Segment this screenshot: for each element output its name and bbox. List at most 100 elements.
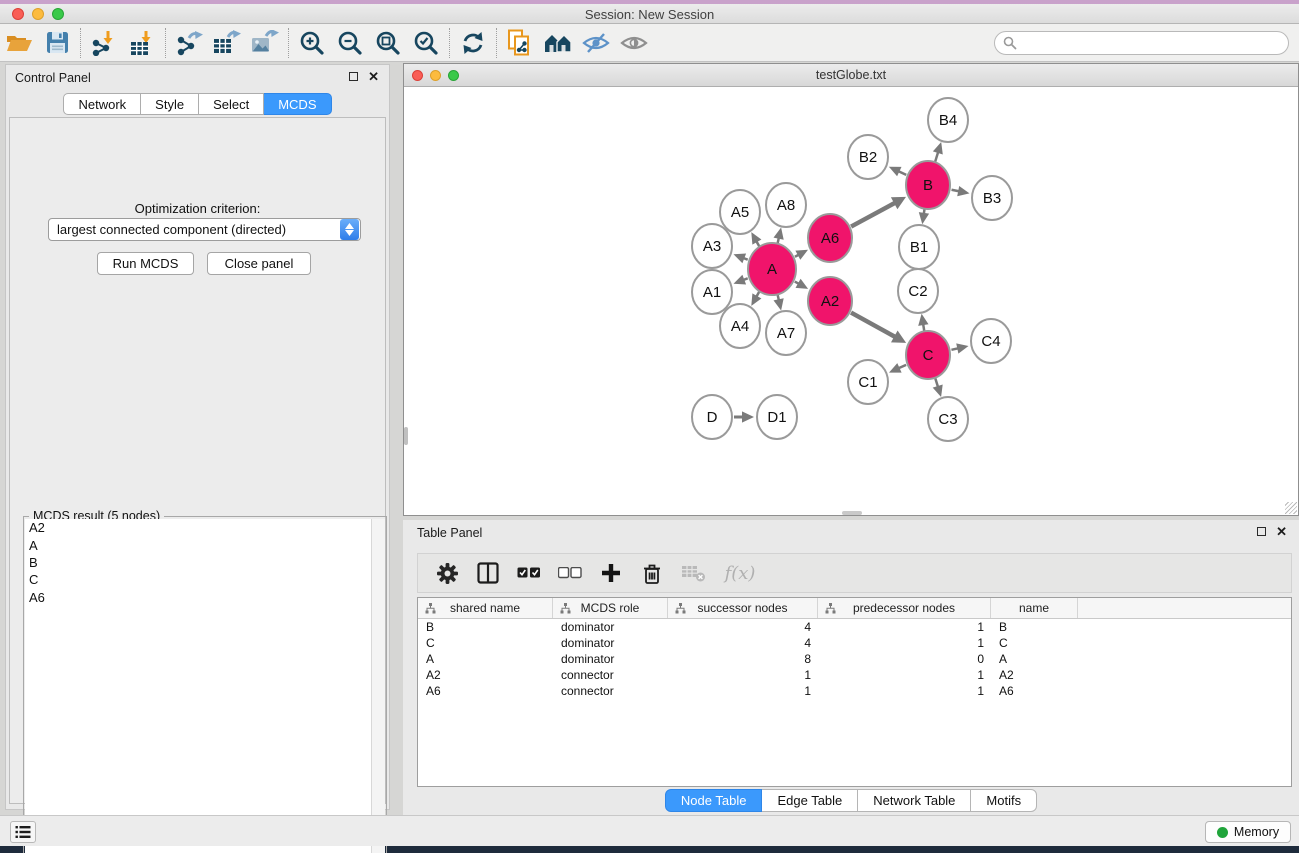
node-label: A5 — [731, 204, 749, 221]
graph-node[interactable]: A7 — [766, 311, 806, 355]
graph-node[interactable]: C4 — [971, 319, 1011, 363]
graph-node[interactable]: A6 — [808, 214, 852, 262]
tab-style[interactable]: Style — [141, 93, 199, 115]
unchecked-boxes-icon — [558, 567, 582, 579]
edge-arrowhead-icon — [734, 254, 747, 264]
float-panel-icon[interactable] — [1257, 527, 1266, 536]
horizontal-scrollbar-thumb[interactable] — [842, 511, 862, 515]
tab-node-table[interactable]: Node Table — [665, 789, 763, 812]
tab-motifs[interactable]: Motifs — [971, 789, 1037, 812]
select-all-button[interactable] — [512, 557, 546, 589]
delete-column-button[interactable] — [635, 557, 669, 589]
delete-table-button[interactable] — [676, 557, 710, 589]
run-mcds-button[interactable]: Run MCDS — [97, 252, 194, 275]
app-title: Session: New Session — [0, 7, 1299, 22]
graph-node[interactable]: D — [692, 395, 732, 439]
graph-node[interactable]: C3 — [928, 397, 968, 441]
table-row[interactable]: A dominator 8 0 A — [418, 651, 1291, 667]
table-row[interactable]: C dominator 4 1 C — [418, 635, 1291, 651]
import-table-button[interactable] — [123, 27, 161, 59]
tab-select[interactable]: Select — [199, 93, 264, 115]
graph-edge[interactable] — [851, 202, 896, 226]
column-header-name[interactable]: name — [991, 598, 1078, 618]
column-header-successor-nodes[interactable]: successor nodes — [668, 598, 818, 618]
criterion-dropdown[interactable]: largest connected component (directed) — [48, 218, 361, 241]
column-header-predecessor-nodes[interactable]: predecessor nodes — [818, 598, 991, 618]
node-label: C2 — [908, 283, 927, 300]
tab-edge-table[interactable]: Edge Table — [762, 789, 858, 812]
close-panel-icon[interactable]: ✕ — [1276, 527, 1287, 536]
export-network-button[interactable] — [170, 27, 208, 59]
tab-network-table[interactable]: Network Table — [858, 789, 971, 812]
result-list-scrollbar[interactable] — [371, 519, 385, 853]
node-label: A4 — [731, 318, 749, 335]
search-input[interactable] — [1017, 33, 1288, 53]
column-selector-button[interactable] — [471, 557, 505, 589]
tree-icon — [560, 603, 571, 614]
column-header-mcds-role[interactable]: MCDS role — [553, 598, 668, 618]
list-item[interactable]: A6 — [25, 589, 371, 606]
graph-node[interactable]: A5 — [720, 190, 760, 234]
add-column-button[interactable] — [594, 557, 628, 589]
zoom-selected-button[interactable] — [407, 27, 445, 59]
table-row[interactable]: B dominator 4 1 B — [418, 619, 1291, 635]
tab-network[interactable]: Network — [63, 93, 141, 115]
list-item[interactable]: B — [25, 554, 371, 571]
tree-icon — [675, 603, 686, 614]
zoom-fit-button[interactable] — [369, 27, 407, 59]
close-panel-button[interactable]: Close panel — [207, 252, 311, 275]
close-panel-icon[interactable]: ✕ — [368, 72, 379, 81]
zoom-in-button[interactable] — [293, 27, 331, 59]
plus-icon — [600, 562, 622, 584]
list-item[interactable]: C — [25, 571, 371, 588]
graph-node[interactable]: A — [748, 243, 796, 295]
graph-node[interactable]: B — [906, 161, 950, 209]
graph-node[interactable]: B2 — [848, 135, 888, 179]
resize-grip[interactable] — [1285, 502, 1297, 514]
tab-mcds[interactable]: MCDS — [264, 93, 331, 115]
graph-node[interactable]: C2 — [898, 269, 938, 313]
graph-node[interactable]: A4 — [720, 304, 760, 348]
search-field[interactable] — [994, 31, 1289, 55]
first-neighbors-button[interactable] — [539, 27, 577, 59]
memory-button[interactable]: Memory — [1205, 821, 1291, 843]
list-item[interactable]: A — [25, 536, 371, 553]
export-image-button[interactable] — [246, 27, 284, 59]
graph-node[interactable]: B1 — [899, 225, 939, 269]
graph-node[interactable]: A2 — [808, 277, 852, 325]
import-network-button[interactable] — [85, 27, 123, 59]
app-titlebar: Session: New Session — [0, 4, 1299, 24]
graph-node[interactable]: D1 — [757, 395, 797, 439]
zoom-out-button[interactable] — [331, 27, 369, 59]
network-canvas[interactable]: B4 B2 B B3 A5 A8A6 A3 B1 A A1 C2 A2 A4 A7 C4 C C1 D D1 C3 — [404, 87, 1298, 515]
table-settings-button[interactable] — [430, 557, 464, 589]
graph-node[interactable]: A1 — [692, 270, 732, 314]
graph-node[interactable]: A8 — [766, 183, 806, 227]
eye-icon — [620, 32, 648, 54]
float-panel-icon[interactable] — [349, 72, 358, 81]
function-builder-button[interactable]: f(x) — [717, 557, 763, 589]
save-floppy-icon — [46, 31, 69, 54]
graph-node[interactable]: B3 — [972, 176, 1012, 220]
export-table-button[interactable] — [208, 27, 246, 59]
table-row[interactable]: A2 connector 1 1 A2 — [418, 667, 1291, 683]
open-file-button[interactable] — [0, 27, 38, 59]
vertical-scrollbar-thumb[interactable] — [404, 427, 408, 445]
hide-selected-button[interactable] — [577, 27, 615, 59]
graph-node[interactable]: C1 — [848, 360, 888, 404]
new-session-from-network-button[interactable] — [501, 27, 539, 59]
show-all-button[interactable] — [615, 27, 653, 59]
show-log-button[interactable] — [10, 821, 36, 843]
unselect-all-button[interactable] — [553, 557, 587, 589]
graph-node[interactable]: B4 — [928, 98, 968, 142]
node-label: C3 — [938, 411, 957, 428]
graph-node[interactable]: C — [906, 331, 950, 379]
refresh-button[interactable] — [454, 27, 492, 59]
save-session-button[interactable] — [38, 27, 76, 59]
list-item[interactable]: A2 — [25, 519, 371, 536]
graph-node[interactable]: A3 — [692, 224, 732, 268]
column-header-shared-name[interactable]: shared name — [418, 598, 553, 618]
node-label: A3 — [703, 238, 721, 255]
table-row[interactable]: A6 connector 1 1 A6 — [418, 683, 1291, 699]
graph-edge[interactable] — [851, 313, 896, 338]
